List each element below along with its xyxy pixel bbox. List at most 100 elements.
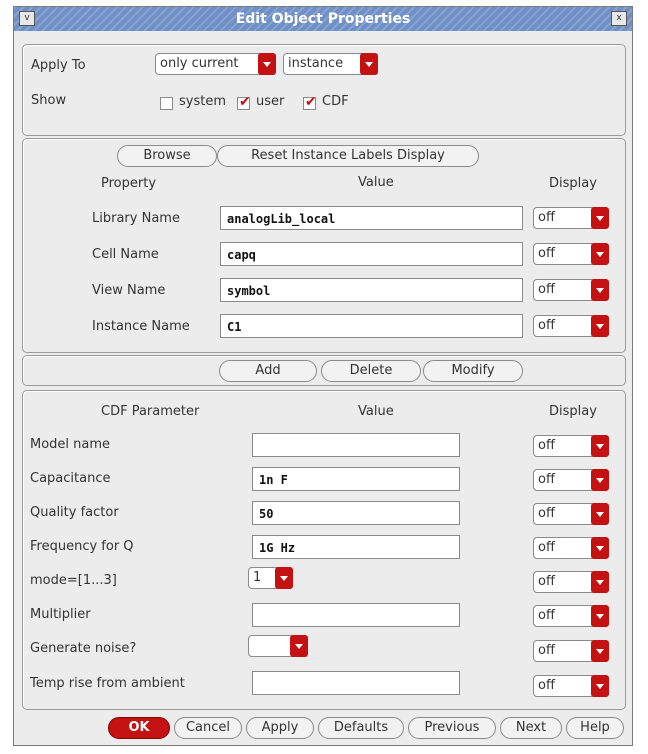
apply-to-scope-value: only current: [160, 56, 239, 71]
capacitance-label: Capacitance: [30, 471, 111, 486]
model-name-display-value: off: [538, 438, 555, 453]
show-system-label: system: [179, 94, 226, 109]
reset-instance-labels-button[interactable]: Reset Instance Labels Display: [217, 145, 479, 167]
apply-to-panel: Apply To only current instance Show syst…: [22, 44, 626, 136]
apply-to-type-value: instance: [288, 56, 344, 71]
show-user-label: user: [256, 94, 285, 109]
temp-rise-field[interactable]: [252, 671, 460, 695]
chevron-down-icon: [275, 567, 293, 589]
temp-rise-display-select[interactable]: off: [533, 675, 609, 697]
chevron-down-icon: [258, 53, 276, 75]
cell-name-field[interactable]: capq: [220, 242, 523, 266]
instance-name-field[interactable]: C1: [220, 314, 523, 338]
chevron-down-icon: [591, 207, 609, 229]
modify-button[interactable]: Modify: [423, 360, 523, 382]
capacitance-display-value: off: [538, 472, 555, 487]
chevron-down-icon: [591, 243, 609, 265]
model-name-display-select[interactable]: off: [533, 435, 609, 457]
view-name-display-value: off: [538, 282, 555, 297]
frequency-for-q-display-select[interactable]: off: [533, 537, 609, 559]
checkmark-icon: ✔: [305, 94, 317, 110]
cell-name-label: Cell Name: [92, 247, 159, 262]
instance-name-display-value: off: [538, 318, 555, 333]
chevron-down-icon: [591, 571, 609, 593]
quality-factor-display-value: off: [538, 506, 555, 521]
mode-display-select[interactable]: off: [533, 571, 609, 593]
apply-to-label: Apply To: [31, 58, 86, 73]
apply-to-type-select[interactable]: instance: [283, 53, 378, 75]
browse-button[interactable]: Browse: [117, 145, 217, 167]
frequency-for-q-field[interactable]: 1G Hz: [252, 535, 460, 559]
mode-display-value: off: [538, 574, 555, 589]
instance-name-display-select[interactable]: off: [533, 315, 609, 337]
previous-button[interactable]: Previous: [408, 717, 496, 739]
show-cdf-label: CDF: [322, 94, 349, 109]
next-button[interactable]: Next: [500, 717, 562, 739]
chevron-down-icon: [591, 435, 609, 457]
temp-rise-display-value: off: [538, 678, 555, 693]
generate-noise-select[interactable]: [248, 635, 308, 657]
defaults-button[interactable]: Defaults: [318, 717, 404, 739]
chevron-down-icon: [591, 279, 609, 301]
show-label: Show: [31, 93, 67, 108]
multiplier-field[interactable]: [252, 603, 460, 627]
library-name-field[interactable]: analogLib_local: [220, 206, 523, 230]
delete-button[interactable]: Delete: [321, 360, 421, 382]
apply-to-scope-select[interactable]: only current: [155, 53, 276, 75]
library-name-display-value: off: [538, 210, 555, 225]
chevron-down-icon: [591, 503, 609, 525]
generate-noise-display-value: off: [538, 643, 555, 658]
cancel-button[interactable]: Cancel: [174, 717, 242, 739]
close-icon[interactable]: x: [611, 11, 627, 26]
chevron-down-icon: [591, 675, 609, 697]
cdf-parameters-panel: CDF Parameter Value Display Model name o…: [22, 390, 626, 710]
library-name-label: Library Name: [92, 211, 180, 226]
edit-object-properties-window: v Edit Object Properties x Apply To only…: [13, 6, 633, 746]
quality-factor-field[interactable]: 50: [252, 501, 460, 525]
capacitance-display-select[interactable]: off: [533, 469, 609, 491]
mode-label: mode=[1...3]: [30, 573, 117, 588]
cdf-parameter-column-header: CDF Parameter: [101, 404, 200, 419]
frequency-for-q-display-value: off: [538, 540, 555, 555]
temp-rise-label: Temp rise from ambient: [30, 676, 185, 691]
edit-actions-bar: Add Delete Modify: [22, 355, 626, 386]
view-name-display-select[interactable]: off: [533, 279, 609, 301]
frequency-for-q-label: Frequency for Q: [30, 539, 134, 554]
display-column-header: Display: [549, 176, 597, 191]
multiplier-display-select[interactable]: off: [533, 605, 609, 627]
multiplier-label: Multiplier: [30, 607, 91, 622]
mode-value: 1: [253, 570, 262, 585]
chevron-down-icon: [591, 605, 609, 627]
library-name-display-select[interactable]: off: [533, 207, 609, 229]
instance-properties-panel: Browse Reset Instance Labels Display Pro…: [22, 138, 626, 353]
add-button[interactable]: Add: [219, 360, 317, 382]
chevron-down-icon: [591, 640, 609, 662]
capacitance-field[interactable]: 1n F: [252, 467, 460, 491]
help-button[interactable]: Help: [566, 717, 624, 739]
title-bar[interactable]: v Edit Object Properties x: [14, 7, 632, 31]
window-title: Edit Object Properties: [235, 11, 411, 27]
quality-factor-display-select[interactable]: off: [533, 503, 609, 525]
ok-button[interactable]: OK: [108, 717, 170, 739]
chevron-down-icon: [591, 537, 609, 559]
generate-noise-label: Generate noise?: [30, 641, 137, 656]
cell-name-display-select[interactable]: off: [533, 243, 609, 265]
model-name-field[interactable]: [252, 433, 460, 457]
value-column-header: Value: [358, 175, 394, 190]
chevron-down-icon: [290, 635, 308, 657]
cell-name-display-value: off: [538, 246, 555, 261]
checkmark-icon: ✔: [239, 94, 251, 110]
model-name-label: Model name: [30, 437, 111, 452]
show-system-checkbox[interactable]: [160, 97, 173, 110]
chevron-down-icon: [591, 315, 609, 337]
chevron-down-icon: [360, 53, 378, 75]
generate-noise-display-select[interactable]: off: [533, 640, 609, 662]
show-user-checkbox[interactable]: ✔: [237, 94, 251, 110]
property-column-header: Property: [101, 176, 157, 191]
cdf-value-column-header: Value: [358, 404, 394, 419]
cdf-display-column-header: Display: [549, 404, 597, 419]
mode-select[interactable]: 1: [248, 567, 293, 589]
apply-button[interactable]: Apply: [246, 717, 314, 739]
show-cdf-checkbox[interactable]: ✔: [303, 94, 317, 110]
view-name-field[interactable]: symbol: [220, 278, 523, 302]
